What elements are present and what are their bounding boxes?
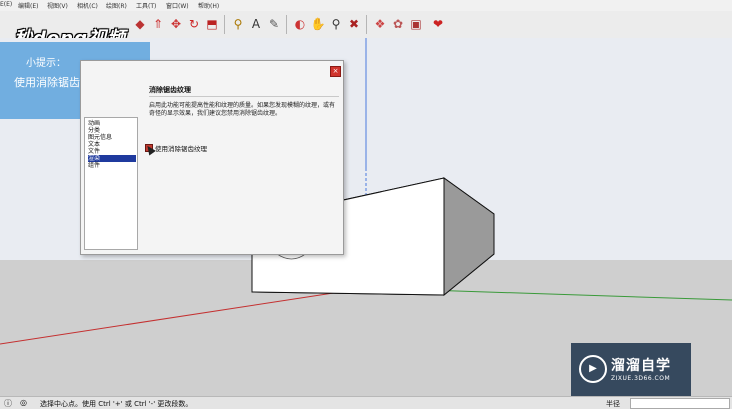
ruby-icon[interactable]: ❤ <box>430 16 446 32</box>
orbit-icon[interactable]: ◐ <box>292 16 308 32</box>
menu-bar: E(E) 编辑(E) 视图(V) 相机(C) 绘图(R) 工具(T) 窗口(W)… <box>0 0 732 11</box>
menu-window[interactable]: 窗口(W) <box>166 1 189 10</box>
toolbar: 秒dong视频 ◆ ⇑ ✥ ↻ ⬒ ⚲ A ✎ ◐ ✋ ⚲ ✖ ❖ ✿ ▣ ❤ <box>0 11 732 49</box>
heading-divider <box>149 96 339 97</box>
close-button[interactable]: × <box>330 66 341 77</box>
watermark-site: ZIXUE.3D66.COM <box>611 375 671 382</box>
zoom-extents-icon[interactable]: ✖ <box>346 16 362 32</box>
status-bar: ⓘ ◎ 选择中心点。使用 Ctrl '+' 或 Ctrl '-' 更改段数。 半… <box>0 396 732 409</box>
category-item[interactable]: 组件 <box>88 162 136 169</box>
category-item[interactable]: 动画 <box>88 120 136 127</box>
toolbar-separator <box>224 15 225 34</box>
tip-title: 小提示： <box>26 58 66 69</box>
category-item[interactable]: 图元信息 <box>88 134 136 141</box>
measurement-input[interactable] <box>630 398 730 409</box>
info-icon[interactable]: ⓘ <box>4 398 12 409</box>
zoom-icon[interactable]: ⚲ <box>328 16 344 32</box>
paint-icon[interactable]: ✎ <box>266 16 282 32</box>
category-list[interactable]: 动画 分类 图元信息 文本 文件 渲染 组件 <box>84 117 138 250</box>
components-icon[interactable]: ❖ <box>372 16 388 32</box>
menu-draw[interactable]: 绘图(R) <box>106 1 127 10</box>
watermark: ▶ 溜溜自学 ZIXUE.3D66.COM <box>571 343 691 396</box>
menu-view[interactable]: 视图(V) <box>47 1 68 10</box>
menu-file[interactable]: E(E) <box>0 1 12 8</box>
menu-edit[interactable]: 编辑(E) <box>18 1 38 10</box>
pan-icon[interactable]: ✋ <box>310 16 326 32</box>
text-tool-icon[interactable]: A <box>248 16 264 32</box>
scale-icon[interactable]: ⬒ <box>204 16 220 32</box>
watermark-name: 溜溜自学 <box>611 358 671 374</box>
play-icon: ▶ <box>579 355 607 383</box>
rotate-icon[interactable]: ↻ <box>186 16 202 32</box>
paint-bucket-icon[interactable]: ◆ <box>132 16 148 32</box>
preferences-dialog: × 消除锯齿纹理 启用此功能可能提高性能和纹理的质量。如果您发现模糊的纹理，或有… <box>80 60 344 255</box>
antialias-label: 使用消除锯齿纹理 <box>155 145 207 153</box>
category-item[interactable]: 文件 <box>88 148 136 155</box>
move-icon[interactable]: ✥ <box>168 16 184 32</box>
pushpull-icon[interactable]: ⇑ <box>150 16 166 32</box>
toolbar-separator <box>286 15 287 34</box>
styles-icon[interactable]: ✿ <box>390 16 406 32</box>
user-icon[interactable]: ◎ <box>20 398 27 407</box>
category-item[interactable]: 分类 <box>88 127 136 134</box>
section-heading: 消除锯齿纹理 <box>149 86 191 94</box>
toolbar-separator <box>366 15 367 34</box>
category-item-selected[interactable]: 渲染 <box>88 155 136 162</box>
warehouse-icon[interactable]: ▣ <box>408 16 424 32</box>
category-item[interactable]: 文本 <box>88 141 136 148</box>
menu-camera[interactable]: 相机(C) <box>77 1 98 10</box>
tape-measure-icon[interactable]: ⚲ <box>230 16 246 32</box>
section-description: 启用此功能可能提高性能和纹理的质量。如果您发现模糊的纹理，或有奇怪的显示效果，我… <box>149 102 336 117</box>
menu-help[interactable]: 帮助(H) <box>198 1 219 10</box>
menu-tools[interactable]: 工具(T) <box>136 1 156 10</box>
